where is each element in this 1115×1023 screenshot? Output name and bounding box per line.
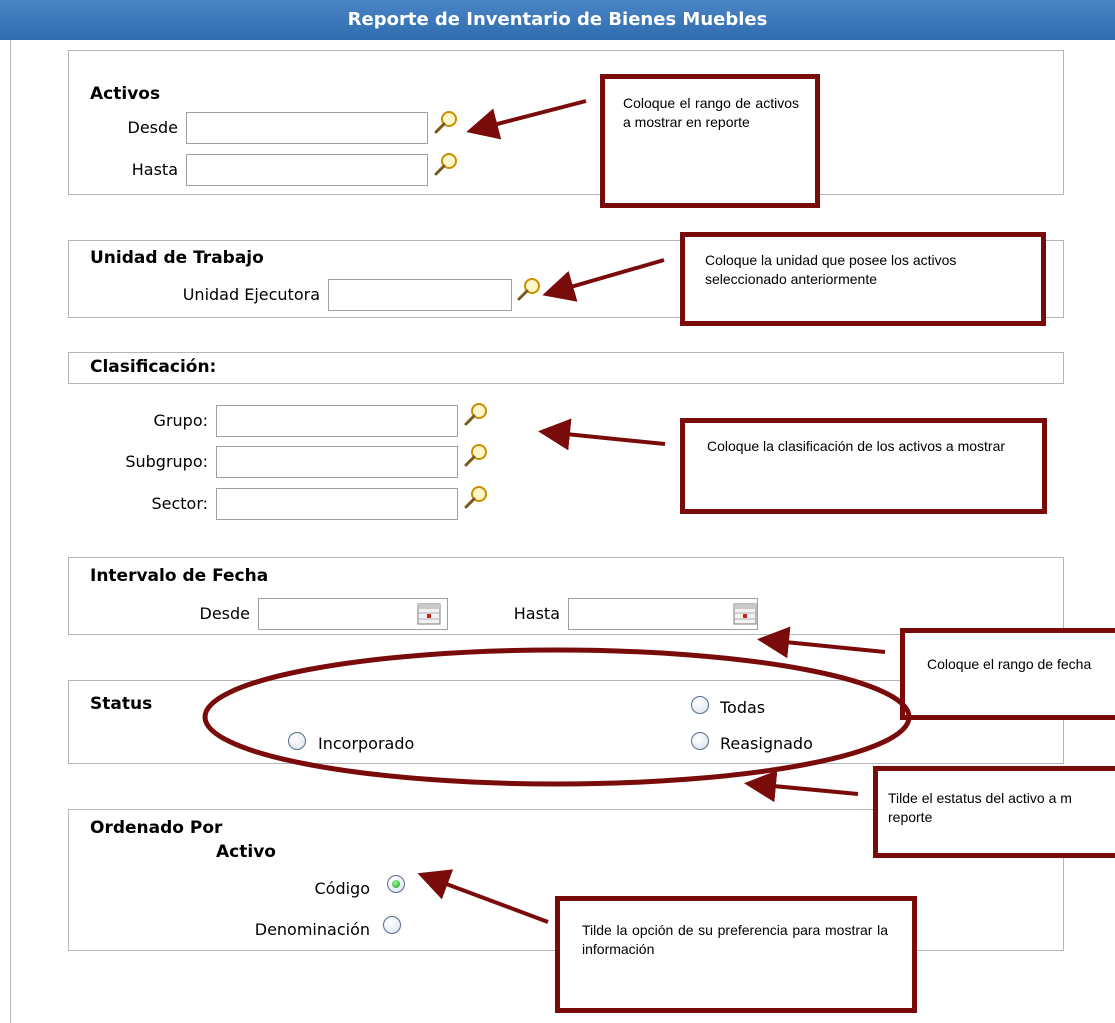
orden-denominacion-label: Denominación — [254, 920, 370, 939]
page-title: Reporte de Inventario de Bienes Muebles — [0, 0, 1115, 40]
calendar-icon[interactable] — [416, 602, 442, 626]
fecha-desde-label: Desde — [199, 604, 251, 623]
page-left-border — [10, 40, 11, 1023]
search-icon[interactable] — [462, 483, 490, 511]
status-title: Status — [90, 694, 153, 714]
orden-codigo-label: Código — [314, 879, 370, 898]
orden-denominacion-radio[interactable] — [383, 916, 401, 934]
callout-unidad-text: Coloque la unidad que posee los activos … — [705, 252, 961, 287]
activos-hasta-label: Hasta — [131, 160, 178, 179]
calendar-icon[interactable] — [732, 602, 758, 626]
unidad-ejecutora-label: Unidad Ejecutora — [182, 285, 320, 304]
callout-activos: Coloque el rango de activos a mostrar en… — [600, 74, 820, 208]
search-icon[interactable] — [462, 441, 490, 469]
callout-activos-text: Coloque el rango de activos a mostrar en… — [623, 95, 803, 130]
status-incorporado-radio[interactable] — [288, 732, 306, 750]
callout-status: Tilde el estatus del activo a m reporte — [873, 766, 1115, 858]
activos-title: Activos — [90, 84, 161, 104]
callout-clasificacion: Coloque la clasificación de los activos … — [680, 418, 1047, 514]
search-icon[interactable] — [432, 108, 460, 136]
search-icon[interactable] — [462, 400, 490, 428]
arrow-status — [744, 770, 859, 803]
sector-label: Sector: — [151, 494, 208, 513]
fecha-hasta-input[interactable] — [568, 598, 758, 630]
activos-desde-input[interactable] — [186, 112, 428, 144]
clasificacion-title: Clasificación: — [90, 357, 217, 377]
callout-orden: Tilde la opción de su preferencia para m… — [555, 896, 917, 1013]
status-todas-label: Todas — [720, 698, 766, 717]
callout-fecha-text: Coloque el rango de fecha — [927, 656, 1092, 672]
grupo-label: Grupo: — [153, 411, 208, 430]
unidad-title: Unidad de Trabajo — [90, 248, 264, 268]
status-incorporado-label: Incorporado — [318, 734, 415, 753]
unidad-ejecutora-input[interactable] — [328, 279, 512, 311]
callout-orden-text: Tilde la opción de su preferencia para m… — [582, 922, 892, 957]
fecha-hasta-label: Hasta — [513, 604, 560, 623]
callout-fecha: Coloque el rango de fecha — [900, 628, 1115, 720]
callout-status-text: Tilde el estatus del activo a m reporte — [888, 790, 1072, 825]
status-reasignado-radio[interactable] — [691, 732, 709, 750]
status-reasignado-label: Reasignado — [720, 734, 813, 753]
fecha-title: Intervalo de Fecha — [90, 566, 269, 586]
search-icon[interactable] — [515, 275, 543, 303]
activos-hasta-input[interactable] — [186, 154, 428, 186]
subgrupo-input[interactable] — [216, 446, 458, 478]
subgrupo-label: Subgrupo: — [125, 452, 208, 471]
status-todas-radio[interactable] — [691, 696, 709, 714]
search-icon[interactable] — [432, 150, 460, 178]
sector-input[interactable] — [216, 488, 458, 520]
arrow-fecha — [757, 626, 886, 659]
grupo-input[interactable] — [216, 405, 458, 437]
arrow-clasificacion — [538, 418, 666, 451]
callout-unidad: Coloque la unidad que posee los activos … — [680, 232, 1046, 326]
clasificacion-header — [68, 352, 1064, 384]
orden-codigo-radio[interactable] — [387, 875, 405, 893]
activos-desde-label: Desde — [127, 118, 179, 137]
orden-title: Ordenado Por — [90, 818, 223, 838]
orden-subtitle: Activo — [216, 842, 276, 862]
callout-clasificacion-text: Coloque la clasificación de los activos … — [707, 438, 1006, 454]
